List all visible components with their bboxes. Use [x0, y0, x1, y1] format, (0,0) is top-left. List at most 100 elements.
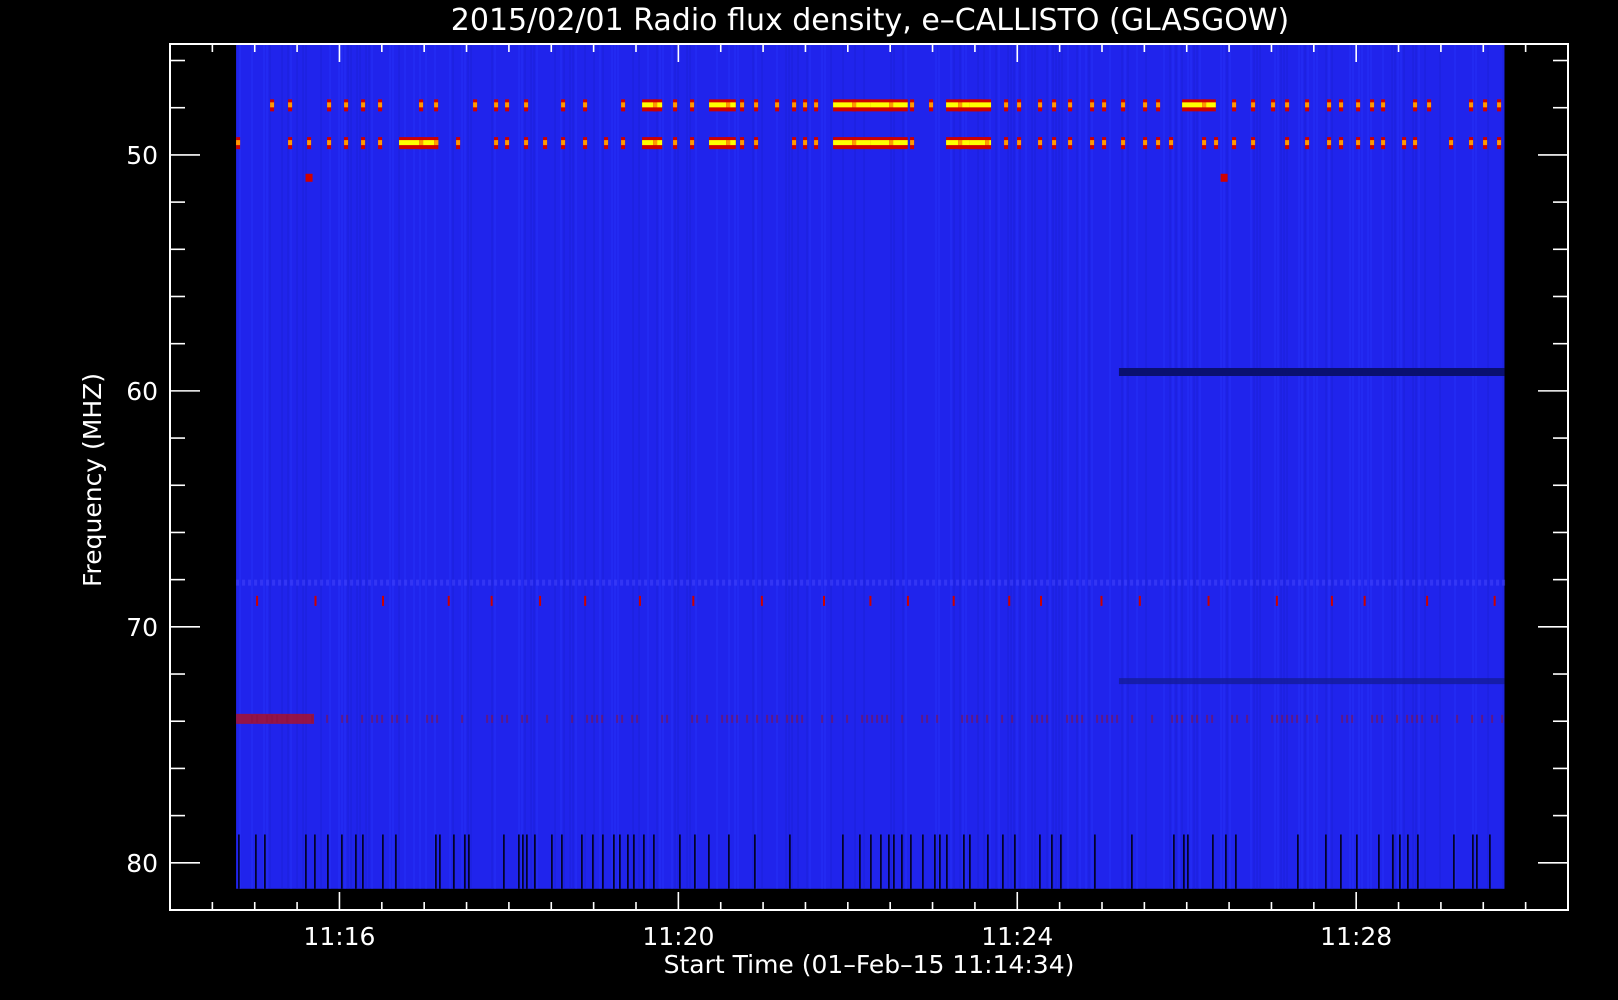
burst-core — [1449, 140, 1454, 146]
burst-core — [543, 140, 548, 146]
speck-mark — [382, 595, 385, 606]
burst-core — [361, 102, 366, 108]
dropout-mark — [503, 834, 505, 889]
dropout-mark — [1002, 834, 1004, 889]
burst-core — [494, 102, 499, 108]
dropout-mark — [1014, 834, 1016, 889]
burst-core — [833, 140, 871, 146]
speck-mark — [1493, 595, 1496, 606]
burst-core — [1469, 102, 1474, 108]
x-axis-title: Start Time (01–Feb–15 11:14:34) — [664, 950, 1075, 979]
burst-core — [1143, 102, 1148, 108]
burst-core — [419, 102, 424, 108]
dark-band-72 — [1118, 678, 1505, 685]
burst-core — [690, 140, 695, 146]
burst-core — [814, 102, 819, 108]
burst-core — [1285, 102, 1290, 108]
dropout-mark — [679, 834, 681, 889]
burst-core — [434, 102, 439, 108]
dropout-mark — [963, 834, 965, 889]
burst-core — [621, 140, 626, 146]
burst-core — [524, 102, 529, 108]
dropout-mark — [1417, 834, 1419, 889]
dropout-mark — [534, 834, 536, 889]
burst-core — [1202, 102, 1207, 108]
burst-core — [1356, 140, 1361, 146]
speck-mark — [539, 595, 542, 606]
speck-mark — [1426, 595, 1429, 606]
burst-core — [726, 102, 731, 108]
dropout-mark — [754, 834, 756, 889]
burst-core — [792, 140, 797, 146]
dropout-mark — [602, 834, 604, 889]
dropout-mark — [264, 834, 266, 889]
dropout-mark — [694, 834, 696, 889]
dropout-mark — [613, 834, 615, 889]
dropout-mark — [1489, 834, 1491, 889]
dropout-mark — [1356, 834, 1358, 889]
burst-core — [604, 140, 609, 146]
spectrogram-chart: 2015/02/01 Radio flux density, e–CALLIST… — [0, 0, 1618, 1000]
burst-core — [1339, 102, 1344, 108]
burst-core — [803, 140, 808, 146]
burst-core — [673, 140, 678, 146]
burst-core — [1251, 140, 1256, 146]
burst-core — [1202, 140, 1207, 146]
burst-core — [1052, 140, 1057, 146]
burst-core — [1068, 140, 1073, 146]
dropout-mark — [728, 834, 730, 889]
dropout-mark — [922, 834, 924, 889]
dropout-mark — [901, 834, 903, 889]
burst-core — [929, 102, 934, 108]
dropout-mark — [395, 834, 397, 889]
burst-core — [910, 102, 915, 108]
burst-core — [561, 102, 566, 108]
burst-core — [327, 140, 332, 146]
burst-core — [910, 140, 915, 146]
speck-mark — [584, 595, 587, 606]
burst-mark — [305, 173, 313, 182]
burst-core — [1017, 140, 1022, 146]
burst-core — [1285, 140, 1290, 146]
burst-core — [1356, 102, 1361, 108]
burst-core — [1038, 140, 1043, 146]
burst-core — [1156, 102, 1161, 108]
burst-core — [583, 102, 588, 108]
dropout-mark — [522, 834, 524, 889]
burst-core — [344, 140, 349, 146]
dropout-mark — [314, 834, 316, 889]
dropout-mark — [453, 834, 455, 889]
burst-core — [1102, 140, 1107, 146]
dropout-mark — [708, 834, 710, 889]
burst-core — [1327, 102, 1332, 108]
speck-mark — [822, 595, 825, 606]
dropout-mark — [633, 834, 635, 889]
burst-core — [1251, 102, 1256, 108]
x-tick-label: 11:16 — [303, 922, 375, 951]
y-axis-title: Frequency (MHZ) — [78, 373, 107, 587]
speck-mark — [1040, 595, 1043, 606]
burst-core — [524, 140, 529, 146]
dropout-mark — [355, 834, 357, 889]
burst-core — [456, 140, 461, 146]
dropout-mark — [1392, 834, 1394, 889]
burst-core — [1232, 102, 1237, 108]
burst-core — [1214, 140, 1219, 146]
burst-core — [434, 140, 439, 146]
burst-core — [236, 140, 241, 146]
dropout-mark — [627, 834, 629, 889]
dropout-mark — [1060, 834, 1062, 889]
burst-core — [870, 102, 908, 108]
burst-core — [1483, 140, 1488, 146]
dropout-mark — [1187, 834, 1189, 889]
burst-core — [1381, 140, 1386, 146]
speck-mark — [1008, 595, 1011, 606]
dropout-mark — [435, 834, 437, 889]
x-tick-label: 11:24 — [981, 922, 1053, 951]
red-band — [236, 713, 315, 724]
burst-core — [1327, 140, 1332, 146]
dropout-mark — [1173, 834, 1175, 889]
burst-core — [653, 102, 658, 108]
burst-core — [1339, 140, 1344, 146]
dropout-mark — [526, 834, 528, 889]
